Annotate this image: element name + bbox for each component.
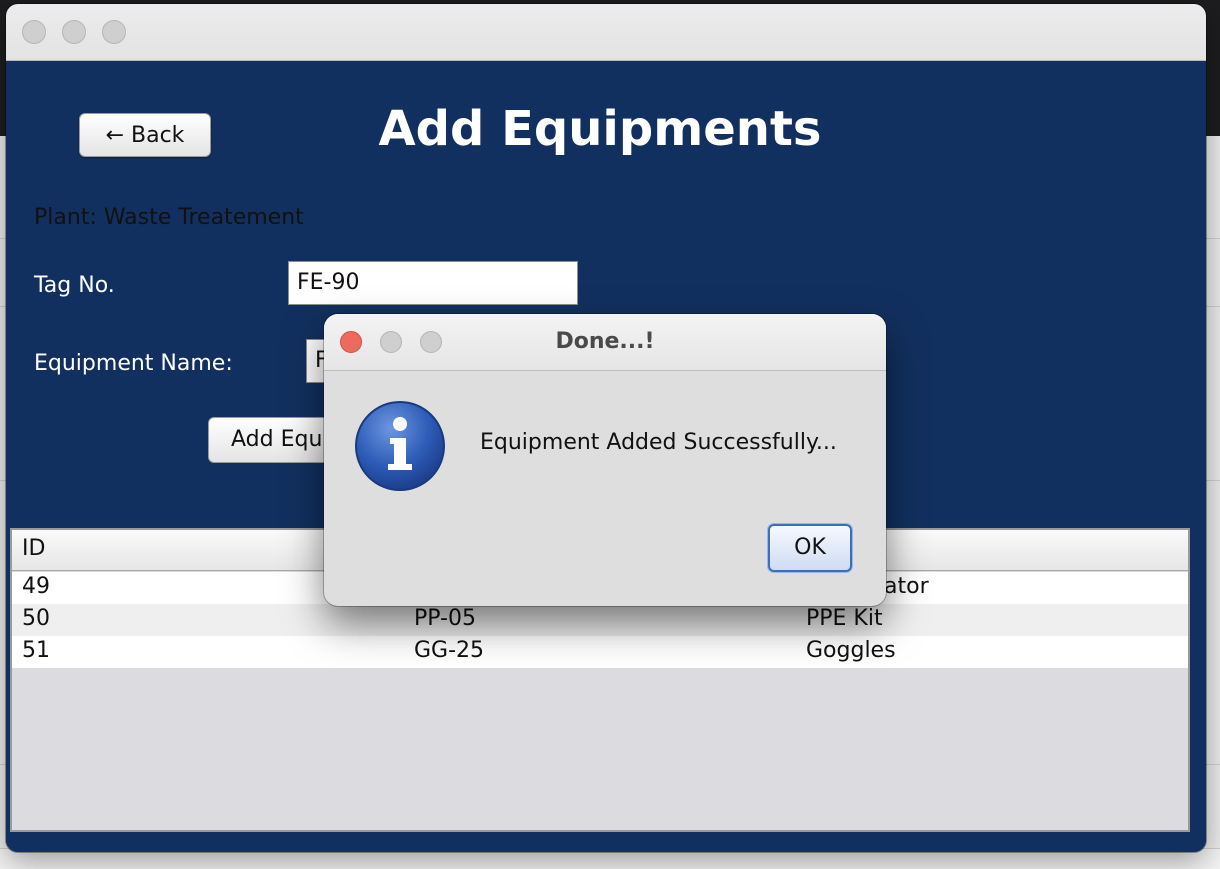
- ok-button[interactable]: OK: [768, 524, 852, 572]
- table-row[interactable]: 51 GG-25 Goggles: [12, 636, 1188, 668]
- equipment-name-label: Equipment Name:: [34, 351, 233, 376]
- dialog-titlebar: Done...!: [324, 314, 886, 371]
- cell-name: PPE Kit: [806, 606, 883, 631]
- dialog-title: Done...!: [555, 329, 655, 354]
- dialog-message: Equipment Added Successfully...: [480, 430, 837, 455]
- cell-tag: GG-25: [414, 638, 485, 663]
- zoom-window-button[interactable]: [102, 20, 126, 44]
- cell-id: 49: [22, 574, 50, 599]
- done-dialog: Done...! Equipment Added Successfully...…: [324, 314, 886, 606]
- page-title: Add Equipments: [378, 101, 822, 157]
- tag-no-label: Tag No.: [34, 273, 115, 298]
- cell-id: 50: [22, 606, 50, 631]
- cell-name: ator: [884, 574, 929, 599]
- cell-tag: PP-05: [414, 606, 476, 631]
- window-titlebar: [6, 4, 1206, 61]
- back-button[interactable]: ← Back: [79, 113, 211, 157]
- tag-no-input[interactable]: FE-90: [288, 261, 578, 305]
- minimize-window-button[interactable]: [62, 20, 86, 44]
- cell-name: Goggles: [806, 638, 896, 663]
- back-button-label: ← Back: [105, 122, 185, 148]
- column-header-id[interactable]: ID: [22, 536, 45, 561]
- close-window-button[interactable]: [22, 20, 46, 44]
- info-icon: [355, 401, 445, 491]
- cell-id: 51: [22, 638, 50, 663]
- table-row[interactable]: 50 PP-05 PPE Kit: [12, 604, 1188, 636]
- plant-label: Plant: Waste Treatement: [34, 205, 304, 230]
